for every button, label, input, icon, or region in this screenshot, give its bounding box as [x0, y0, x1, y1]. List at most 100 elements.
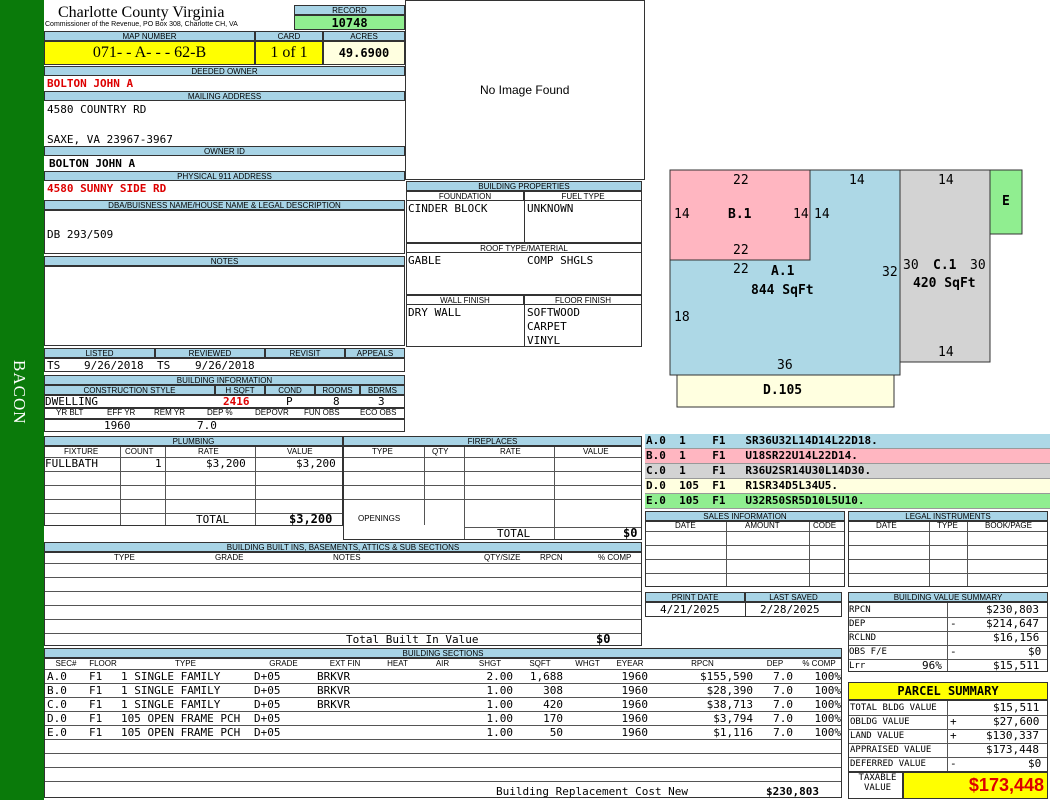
props-divider — [524, 191, 525, 243]
sections-col-header: RPCN — [691, 659, 714, 668]
sketch-dim: 14 — [814, 207, 830, 222]
sections-cell: D+05 — [254, 712, 281, 725]
sections-cell: B.0 — [47, 684, 67, 697]
sections-cell: 7.0 — [773, 684, 793, 697]
bldg-info-label: BUILDING INFORMATION — [44, 375, 405, 385]
bldg-effyr-label: EFF YR — [107, 408, 136, 417]
sections-cell: 7.0 — [773, 670, 793, 683]
sections-col-header: % COMP — [802, 659, 836, 668]
foundation-label: FOUNDATION — [406, 191, 524, 201]
legal-date-label: DATE — [876, 521, 897, 530]
record-value: 10748 — [294, 15, 405, 30]
fireplaces-qty-label: QTY — [432, 447, 449, 456]
owner-id: BOLTON JOHN A — [49, 157, 136, 170]
sketch-c-sqft: 420 SqFt — [913, 276, 976, 291]
sections-cell: 1.00 — [486, 712, 514, 725]
sections-cell: F1 — [89, 684, 103, 697]
sections-cell: 1 SINGLE FAMILY — [121, 684, 221, 697]
plumbing-rate: $3,200 — [206, 457, 246, 470]
plumbing-total-label: TOTAL — [196, 513, 230, 526]
sections-cell: 420 — [543, 698, 563, 711]
sales-date-label: DATE — [675, 521, 696, 530]
sections-label: BUILDING SECTIONS — [44, 648, 842, 658]
parcel-title: PARCEL SUMMARY — [848, 682, 1048, 700]
fireplaces-total: $0 — [623, 526, 638, 540]
legal-type-label: TYPE — [937, 521, 958, 530]
listed-date: 9/26/2018 — [84, 359, 144, 372]
sections-cell: $28,390 — [706, 684, 753, 697]
map-label: MAP NUMBER — [44, 31, 255, 41]
sketch-a-label: A.1 — [771, 264, 795, 279]
sections-cell: 7.0 — [773, 698, 793, 711]
legal-grid — [848, 521, 1048, 587]
county-address: Commissioner of the Revenue, PO Box 308,… — [45, 21, 238, 28]
sections-cell: 2.00 — [486, 670, 514, 683]
dba-label: DBA/BUISNESS NAME/HOUSE NAME & LEGAL DES… — [44, 200, 405, 210]
sections-cell: E.0 — [47, 726, 67, 739]
sections-cell: 1960 — [621, 698, 649, 711]
sections-cell: $38,713 — [706, 698, 753, 711]
parcel-obldg-sign: + — [950, 715, 957, 728]
sections-col-header: GRADE — [269, 659, 298, 668]
bldg-cond-label: COND — [265, 385, 315, 395]
sketch-dim: 18 — [674, 310, 690, 325]
plumbing-label: PLUMBING — [44, 436, 343, 446]
last-saved: 2/28/2025 — [760, 603, 820, 616]
sections-cell: F1 — [89, 726, 103, 739]
sections-cell: $155,590 — [700, 670, 753, 683]
sketch-dim: 36 — [777, 358, 793, 373]
bvs-lrr-label: Lrr — [849, 661, 866, 671]
vector-row: E.0 105 F1 U32R50SR5D10L5U10. — [645, 494, 1050, 509]
sketch-dim: 14 — [938, 173, 954, 188]
sections-col-header: SHGT — [478, 659, 502, 668]
sketch-dim: 14 — [793, 207, 809, 222]
parcel-tbv-label: TOTAL BLDG VALUE — [850, 703, 937, 713]
bldg-style-label: CONSTRUCTION STYLE — [44, 385, 215, 395]
appeals-label: APPEALS — [345, 348, 405, 358]
sketch-c-label: C.1 — [933, 258, 957, 273]
sections-cell: 1.00 — [486, 698, 514, 711]
sections-cell: BRKVR — [317, 670, 351, 683]
parcel-land: $130,337 — [986, 729, 1039, 742]
parcel-land-label: LAND VALUE — [850, 731, 905, 741]
sections-cell: D.0 — [47, 712, 67, 725]
plumbing-fixture-label: FIXTURE — [64, 447, 99, 456]
sections-cell: 1 SINGLE FAMILY — [121, 698, 221, 711]
sections-cell: 50 — [549, 726, 563, 739]
bldg-bdrms-label: BDRMS — [360, 385, 405, 395]
mailing-label: MAILING ADDRESS — [44, 91, 405, 101]
sections-col-header: DEP — [766, 659, 784, 668]
bvs-dep: $214,647 — [986, 617, 1039, 630]
sections-cell: D+05 — [254, 726, 281, 739]
record-label: RECORD — [294, 5, 405, 15]
sections-cell: F1 — [89, 698, 103, 711]
bldg-remyr-label: REM YR — [154, 408, 185, 417]
taxable-label: TAXABLE VALUE — [858, 773, 897, 793]
acres-value: 49.6900 — [323, 41, 405, 65]
sections-cell: 100% — [814, 684, 842, 697]
map-number: 071- - A- - - 62-B — [44, 41, 255, 65]
fireplaces-type-label: TYPE — [372, 447, 393, 456]
floor-value1: SOFTWOOD — [527, 306, 580, 319]
plumbing-count: 1 — [155, 457, 162, 470]
bvs-rclnd: $16,156 — [993, 631, 1040, 644]
sections-col-header: HEAT — [387, 659, 408, 668]
fuel-value: UNKNOWN — [527, 202, 574, 215]
listed-label: LISTED — [44, 348, 155, 358]
parcel-land-sign: + — [950, 729, 957, 742]
bvs-rpcn: $230,803 — [986, 603, 1039, 616]
bldg-row2 — [44, 419, 405, 432]
sketch-dim: 30 — [970, 258, 986, 273]
builtins-grid — [44, 552, 642, 646]
bldg-rooms-label: ROOMS — [315, 385, 360, 395]
sections-cell: $3,794 — [713, 712, 753, 725]
sections-cell: 1.00 — [486, 684, 514, 697]
sections-col-header: SQFT — [529, 659, 551, 668]
sketch-dim: 22 — [733, 173, 749, 188]
sketch-dim: 22 — [733, 243, 749, 258]
last-saved-label: LAST SAVED — [745, 592, 842, 602]
mailing-line2: SAXE, VA 23967-3967 — [47, 133, 173, 146]
sections-cell: 7.0 — [773, 726, 793, 739]
plumbing-rate-label: RATE — [198, 447, 219, 456]
vector-row: A.0 1 F1 SR36U32L14D14L22D18. — [645, 434, 1050, 449]
